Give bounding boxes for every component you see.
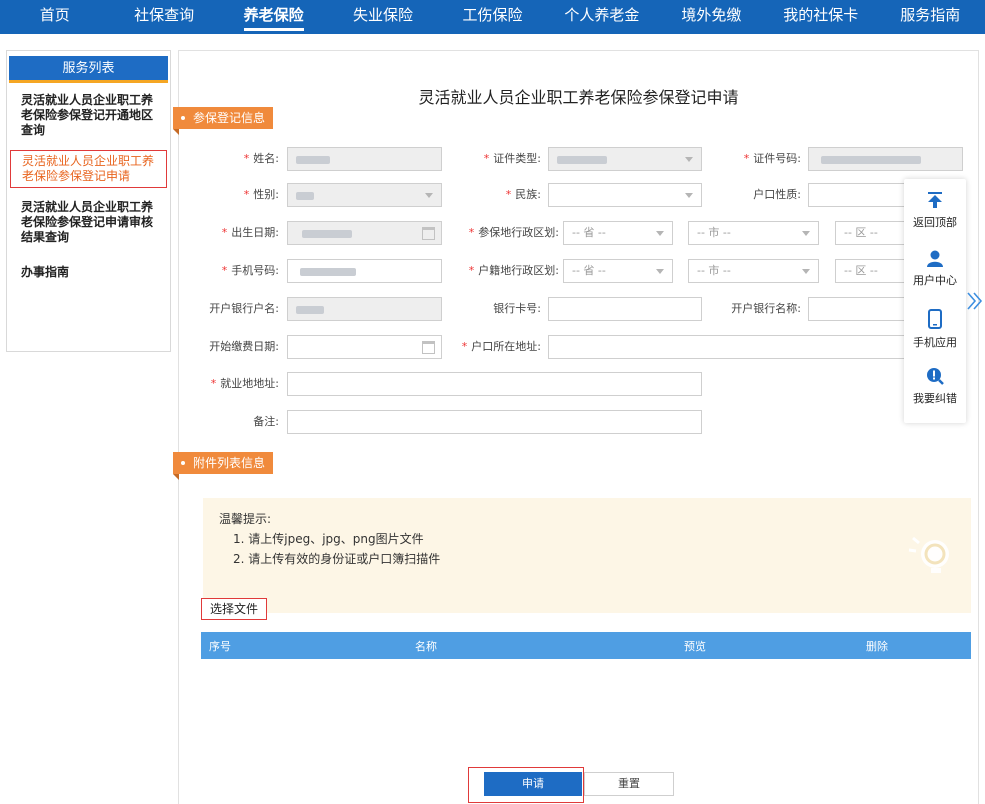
nav-personal-pension[interactable]: 个人养老金	[547, 0, 656, 34]
top-nav: 首页 社保查询 养老保险 失业保险 工伤保险 个人养老金 境外免缴 我的社保卡 …	[0, 0, 985, 34]
gender-select[interactable]	[287, 183, 442, 207]
sidebar-item-register-apply[interactable]: 灵活就业人员企业职工养老保险参保登记申请	[10, 150, 167, 188]
bank-account-name-label: 开户银行户名:	[209, 302, 279, 315]
nav-injury[interactable]: 工伤保险	[438, 0, 547, 34]
tips-line-2: 2. 请上传有效的身份证或户口簿扫描件	[233, 552, 441, 566]
section-register-info: 参保登记信息	[173, 107, 274, 135]
birth-date-field[interactable]	[287, 221, 442, 245]
sidebar-item-guide[interactable]: 办事指南	[7, 265, 170, 280]
col-delete: 删除	[866, 640, 888, 653]
hukou-province-select[interactable]: -- 省 --	[563, 259, 673, 283]
name-field[interactable]	[287, 147, 442, 171]
nav-my-card[interactable]: 我的社保卡	[766, 0, 875, 34]
id-number-field[interactable]	[808, 147, 963, 171]
page-title: 灵活就业人员企业职工养老保险参保登记申请	[418, 88, 739, 107]
mobile-app-button[interactable]: 手机应用	[904, 309, 966, 350]
sidebar-title: 服务列表	[9, 56, 168, 83]
ethnicity-label: * 民族:	[505, 188, 541, 201]
sidebar-item-result-query[interactable]: 灵活就业人员企业职工养老保险参保登记申请审核结果查询	[7, 200, 170, 245]
gender-label: * 性别:	[243, 188, 279, 201]
bank-name-label: 开户银行名称:	[731, 302, 801, 315]
nav-social-query[interactable]: 社保查询	[109, 0, 218, 34]
sidebar-item-region-query[interactable]: 灵活就业人员企业职工养老保险参保登记开通地区查询	[7, 93, 170, 138]
arrow-up-icon	[928, 192, 942, 208]
choose-file-button[interactable]: 选择文件	[201, 598, 267, 620]
id-type-select[interactable]	[548, 147, 702, 171]
main-panel: 灵活就业人员企业职工养老保险参保登记申请 参保登记信息 * 姓名: * 证件类型: …	[173, 50, 979, 804]
nav-overseas[interactable]: 境外免缴	[657, 0, 766, 34]
insure-region-label: * 参保地行政区划:	[468, 226, 559, 239]
attachment-table-header: 序号 名称 预览 删除	[201, 632, 971, 659]
col-index: 序号	[209, 640, 231, 653]
report-error-button[interactable]: 我要纠错	[904, 367, 966, 406]
col-preview: 预览	[684, 640, 706, 653]
tips-line-1: 1. 请上传jpeg、jpg、png图片文件	[233, 532, 424, 546]
remark-label: 备注:	[253, 415, 279, 428]
start-date-label: 开始缴费日期:	[209, 340, 279, 353]
calendar-icon[interactable]	[422, 227, 435, 240]
nav-pension[interactable]: 养老保险	[219, 0, 328, 34]
phone-label: * 手机号码:	[221, 264, 279, 277]
nav-guide[interactable]: 服务指南	[876, 0, 985, 34]
tips-box: 温馨提示: 1. 请上传jpeg、jpg、png图片文件 2. 请上传有效的身份…	[203, 498, 971, 613]
insure-city-select[interactable]: -- 市 --	[688, 221, 819, 245]
mobile-phone-icon	[928, 309, 942, 329]
float-toolbar: 返回顶部 用户中心 手机应用 我要纠错	[904, 179, 966, 423]
hukou-city-select[interactable]: -- 市 --	[688, 259, 819, 283]
nav-unemployment[interactable]: 失业保险	[328, 0, 437, 34]
double-chevron-right-icon[interactable]	[966, 290, 984, 312]
remark-field[interactable]	[287, 410, 702, 434]
hukou-address-label: * 户口所在地址:	[461, 340, 541, 353]
work-address-label: * 就业地地址:	[210, 377, 279, 390]
hukou-address-field[interactable]	[548, 335, 963, 359]
back-to-top-button[interactable]: 返回顶部	[904, 191, 966, 230]
col-name: 名称	[415, 640, 437, 653]
section-attachments: 附件列表信息	[173, 452, 274, 480]
alert-search-icon	[927, 368, 944, 385]
nav-home[interactable]: 首页	[0, 0, 109, 34]
bank-card-label: 银行卡号:	[493, 302, 541, 315]
phone-field[interactable]	[287, 259, 442, 283]
start-date-field[interactable]	[287, 335, 442, 359]
calendar-icon[interactable]	[422, 341, 435, 354]
tips-title: 温馨提示:	[219, 512, 272, 526]
lightbulb-icon	[908, 536, 949, 573]
birth-date-label: * 出生日期:	[221, 226, 279, 239]
reset-button[interactable]: 重置	[584, 772, 674, 796]
user-icon	[927, 250, 943, 267]
submit-button[interactable]: 申请	[484, 772, 582, 796]
service-sidebar: 服务列表 灵活就业人员企业职工养老保险参保登记开通地区查询 灵活就业人员企业职工…	[6, 50, 171, 352]
id-type-label: * 证件类型:	[483, 152, 541, 165]
user-center-button[interactable]: 用户中心	[904, 249, 966, 288]
bank-account-name-field[interactable]	[287, 297, 442, 321]
hukou-type-label: 户口性质:	[753, 188, 801, 201]
id-number-label: * 证件号码:	[743, 152, 801, 165]
name-label: * 姓名:	[243, 152, 279, 165]
ethnicity-select[interactable]	[548, 183, 702, 207]
insure-province-select[interactable]: -- 省 --	[563, 221, 673, 245]
bank-card-field[interactable]	[548, 297, 702, 321]
hukou-region-label: * 户籍地行政区划:	[468, 264, 559, 277]
work-address-field[interactable]	[287, 372, 702, 396]
